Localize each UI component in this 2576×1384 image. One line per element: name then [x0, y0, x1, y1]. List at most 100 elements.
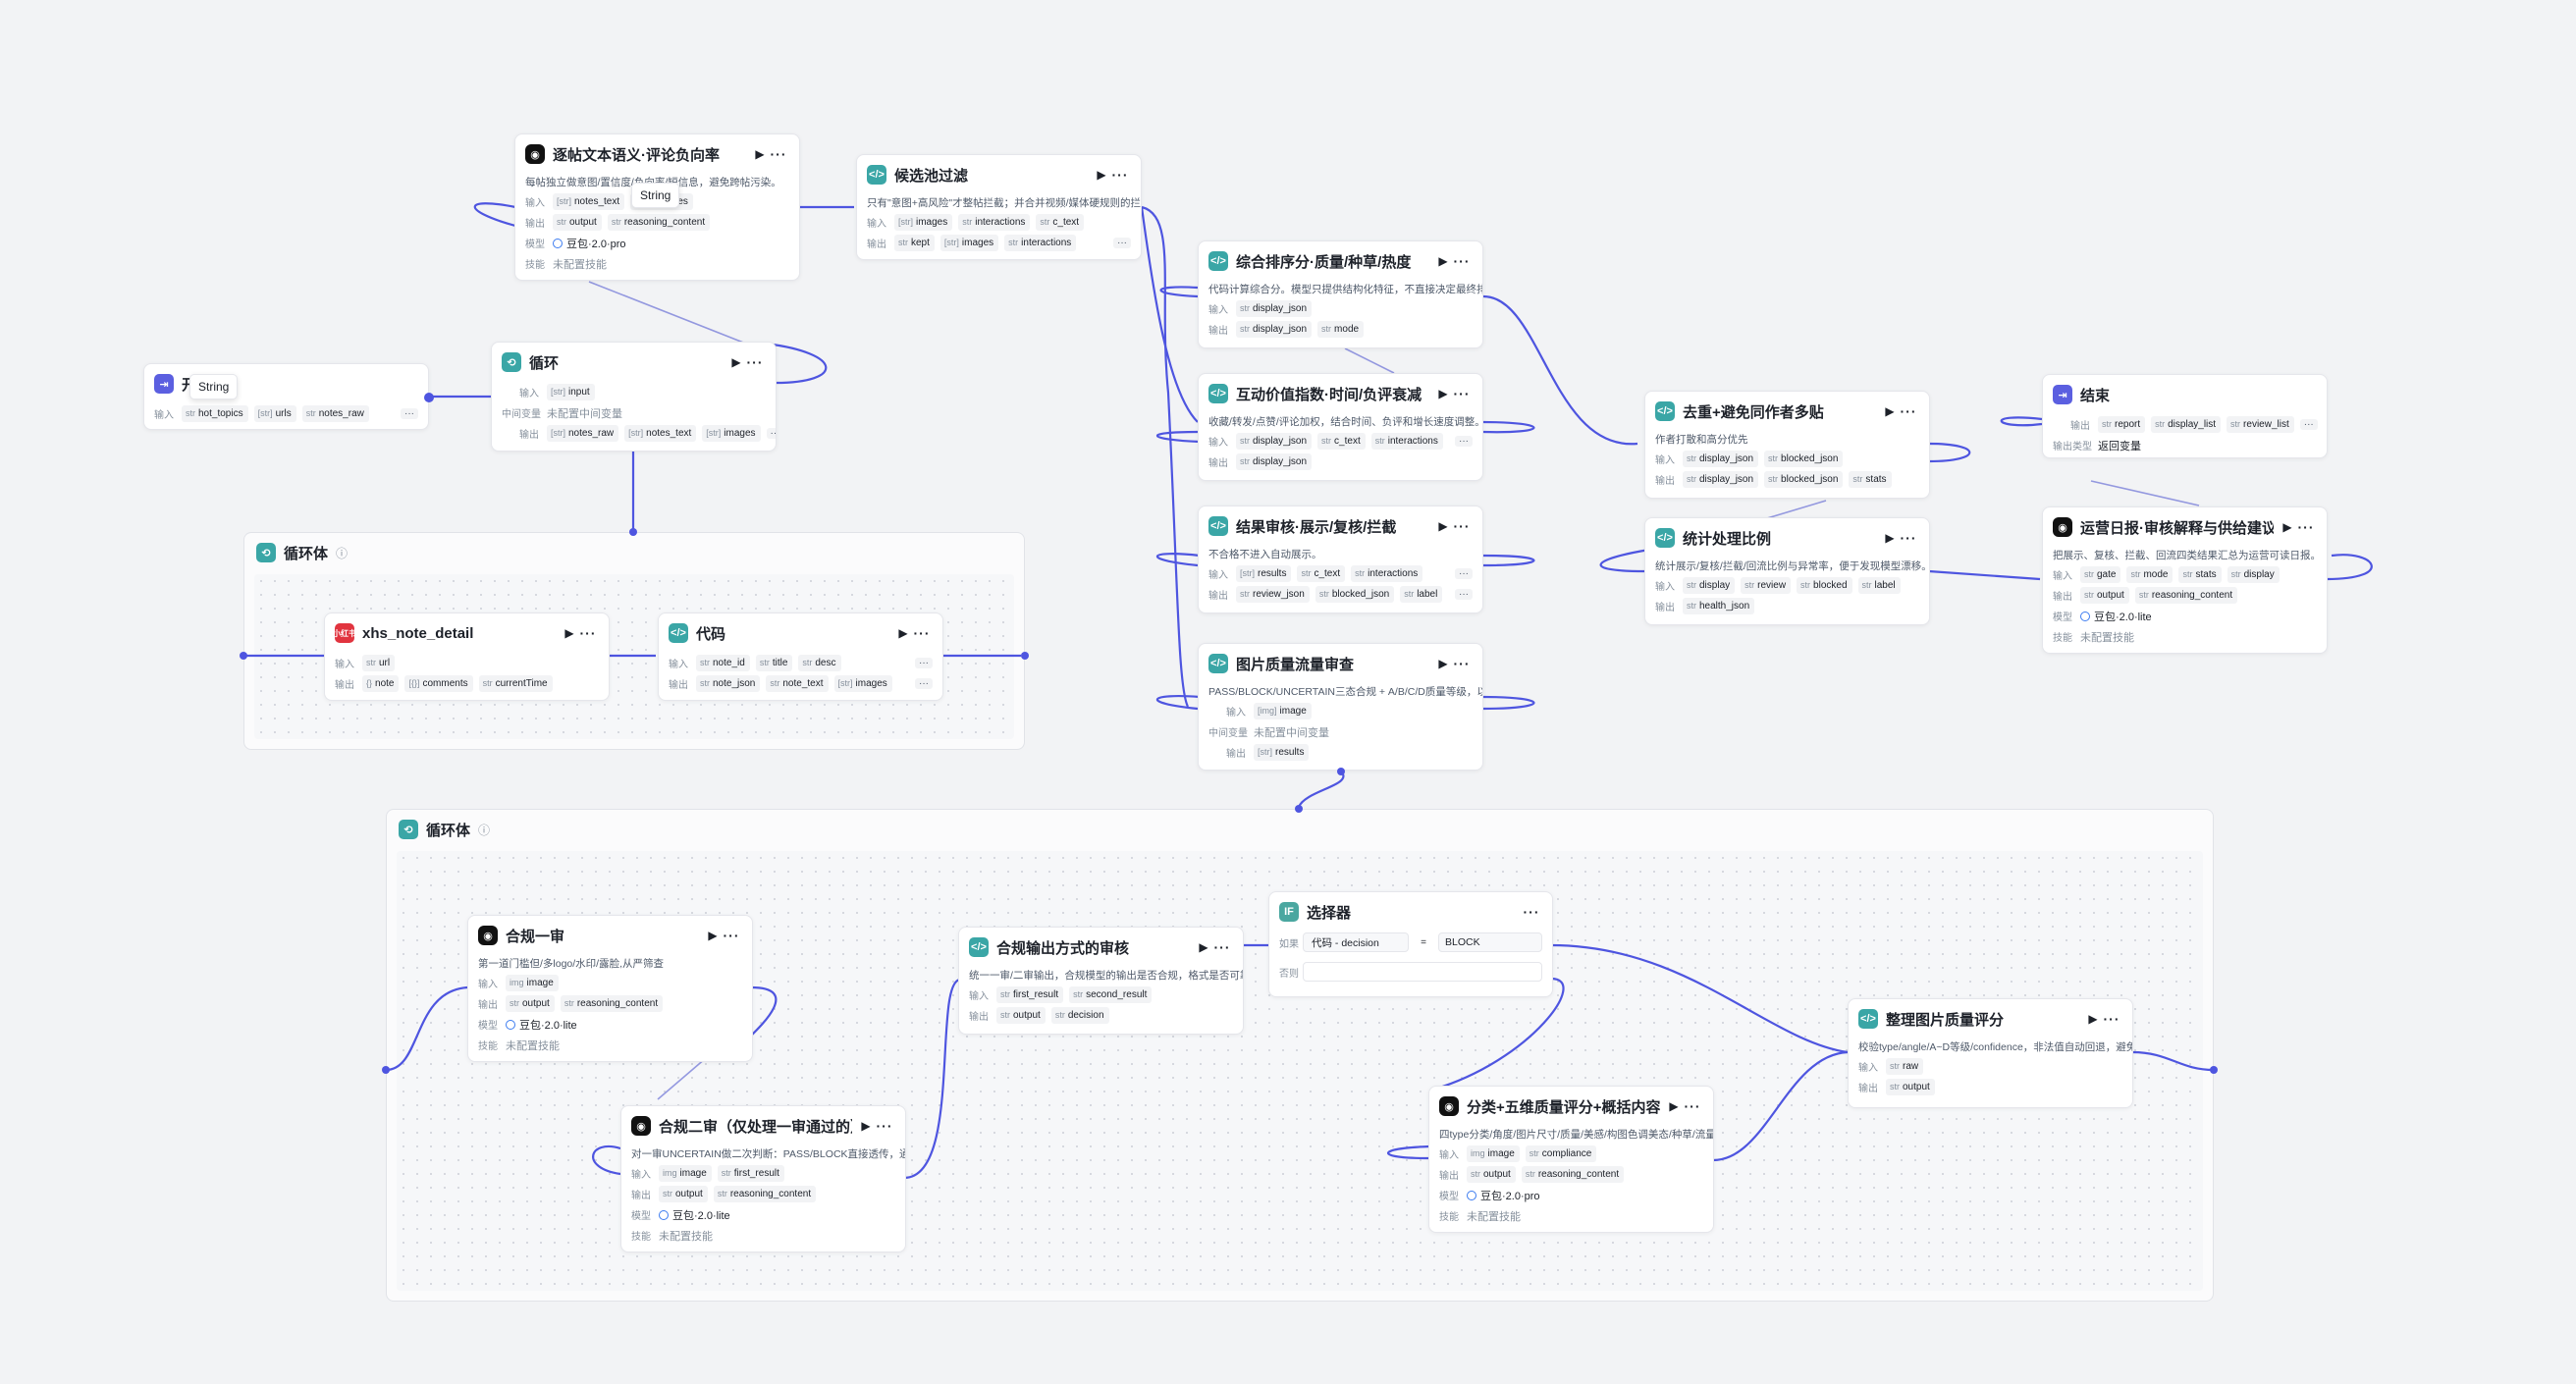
more-icon[interactable]: ··· — [1109, 167, 1131, 183]
node-desc: 第一道门槛但/多logo/水印/露脸,从严筛查 — [478, 958, 665, 970]
condition-operator[interactable]: = — [1409, 937, 1438, 948]
more-tags[interactable]: ··· — [1455, 568, 1473, 579]
more-tags[interactable]: ··· — [915, 678, 933, 689]
run-icon[interactable]: ▶ — [858, 1119, 874, 1133]
more-icon[interactable]: ··· — [1451, 656, 1473, 671]
else-branch[interactable] — [1303, 962, 1542, 982]
output-tag: str health_json — [1683, 598, 1755, 614]
more-icon[interactable]: ··· — [2295, 519, 2317, 535]
more-icon[interactable]: ··· — [1451, 253, 1473, 269]
loop-node[interactable]: ⟲ 循环 ▶ ··· 输入 [str] input 中间变量 未配置中间变量 输出 [str… — [491, 342, 777, 452]
llm-node-compliance-2[interactable]: ◉ 合规二审（仅处理一审通过的） ▶ ··· 对一审UNCERTAIN做二次判断：PA… — [620, 1105, 906, 1252]
code-node-rank[interactable]: </> 综合排序分·质量/种草/热度 ▶ ··· 代码计算综合分。模型只提供结构化特征… — [1198, 240, 1483, 348]
node-desc: 对一审UNCERTAIN做二次判断：PASS/BLOCK直接透传，通过的进入下一… — [631, 1148, 905, 1160]
input-tag: str first_result — [717, 1165, 784, 1182]
loop-node-image-quality[interactable]: </> 图片质量流量审查 ▶ ··· PASS/BLOCK/UNCERTAIN三态合规… — [1198, 643, 1483, 771]
more-icon[interactable]: ··· — [2101, 1011, 2122, 1027]
port[interactable] — [240, 652, 247, 660]
run-icon[interactable]: ▶ — [1196, 940, 1211, 954]
node-title: 整理图片质量评分 — [1886, 1011, 2005, 1029]
code-node-tidy[interactable]: </> 整理图片质量评分 ▶ ··· 校验type/angle/A~D等级/confi… — [1848, 998, 2133, 1108]
more-icon[interactable]: ··· — [1451, 518, 1473, 534]
input-tag: str interactions — [1351, 565, 1423, 582]
more-tags[interactable]: ··· — [401, 408, 418, 419]
run-icon[interactable]: ▶ — [1882, 531, 1898, 545]
input-tag: str compliance — [1525, 1145, 1597, 1162]
run-icon[interactable]: ▶ — [1435, 519, 1451, 533]
output-tag: str mode — [1317, 321, 1365, 338]
input-tag: [str] urls — [253, 405, 296, 422]
more-icon[interactable]: ··· — [577, 625, 599, 641]
selector-node[interactable]: IF 选择器 ··· 如果 代码 - decision = BLOCK 否则 — [1268, 891, 1553, 997]
type-tooltip: String — [189, 374, 239, 399]
code-node-review[interactable]: </> 结果审核·展示/复核/拦截 ▶ ··· 不合格不进入自动展示。 输入 [str]… — [1198, 506, 1483, 613]
more-icon[interactable]: ··· — [1898, 530, 1919, 546]
code-icon: </> — [969, 937, 989, 957]
more-icon[interactable]: ··· — [1211, 939, 1233, 955]
more-icon[interactable]: ··· — [1521, 904, 1542, 920]
more-icon[interactable]: ··· — [874, 1118, 895, 1134]
more-tags[interactable]: ··· — [2299, 419, 2318, 430]
node-title: 图片质量流量审查 — [1236, 656, 1355, 673]
code-node-dedupe[interactable]: </> 去重+避免同作者多贴 ▶ ··· 作者打散和高分优先 输入 str display… — [1644, 391, 1930, 499]
more-tags[interactable]: ··· — [1455, 589, 1473, 600]
more-icon[interactable]: ··· — [1682, 1098, 1703, 1114]
code-node-compliance-merge[interactable]: </> 合规输出方式的审核 ▶ ··· 统一一审/二审输出，合规模型的输出是否合规，格… — [958, 927, 1244, 1035]
run-icon[interactable]: ▶ — [2280, 520, 2295, 534]
node-title: 结束 — [2080, 387, 2111, 404]
more-tags[interactable]: ··· — [915, 658, 933, 668]
node-desc: 收藏/转发/点赞/评论加权，结合时间、负评和增长速度调整。 — [1208, 416, 1482, 428]
port[interactable] — [1295, 805, 1303, 813]
run-icon[interactable]: ▶ — [562, 626, 577, 640]
more-icon[interactable]: ··· — [744, 354, 766, 370]
more-icon[interactable]: ··· — [911, 625, 933, 641]
more-tags[interactable]: ··· — [1455, 436, 1473, 447]
more-icon[interactable]: ··· — [768, 146, 789, 162]
llm-node-compliance-1[interactable]: ◉ 合规一审 ▶ ··· 第一道门槛但/多logo/水印/露脸,从严筛查 输入 img i… — [467, 915, 753, 1062]
start-node[interactable]: ⇥开 输入 strhot_topics [str]urls strnotes_r… — [143, 363, 429, 430]
code-node-interaction[interactable]: </> 互动价值指数·时间/负评衰减 ▶ ··· 收藏/转发/点赞/评论加权，结合时间… — [1198, 373, 1483, 481]
more-icon[interactable]: ··· — [1451, 386, 1473, 401]
run-icon[interactable]: ▶ — [1435, 657, 1451, 670]
llm-node-daily-report[interactable]: ◉ 运营日报·审核解释与供给建议 ▶ ··· 把展示、复核、拦截、回流四类结果汇总为运… — [2042, 506, 2328, 654]
plugin-node-xhs[interactable]: 小红书 xhs_note_detail ▶ ··· 输入 str url 输出{} note… — [324, 612, 610, 701]
more-icon[interactable]: ··· — [1898, 403, 1919, 419]
run-icon[interactable]: ▶ — [1882, 404, 1898, 418]
node-desc: 代码计算综合分。模型只提供结构化特征，不直接决定最终排序。 — [1208, 284, 1482, 295]
port[interactable] — [1021, 652, 1029, 660]
more-icon[interactable]: ··· — [721, 928, 742, 943]
condition-left[interactable]: 代码 - decision — [1303, 932, 1409, 952]
run-icon[interactable]: ▶ — [2085, 1012, 2101, 1026]
code-node-stats[interactable]: </> 统计处理比例 ▶ ··· 统计展示/复核/拦截/回流比例与异常率，便于发现模型… — [1644, 517, 1930, 625]
run-icon[interactable]: ▶ — [1094, 168, 1109, 182]
more-tags[interactable]: ··· — [1113, 238, 1131, 248]
port[interactable] — [629, 528, 637, 536]
run-icon[interactable]: ▶ — [705, 929, 721, 942]
info-icon[interactable]: ⓘ — [478, 822, 490, 838]
output-tag: str currentTime — [478, 675, 553, 692]
run-icon[interactable]: ▶ — [1666, 1099, 1682, 1113]
info-icon[interactable]: ⓘ — [336, 545, 348, 561]
port[interactable] — [2210, 1066, 2218, 1074]
code-node-filter[interactable]: </> 候选池过滤 ▶ ··· 只有"意图+高风险"才整帖拦截；并合并视频/媒体硬规则… — [856, 154, 1142, 260]
model-icon — [2080, 611, 2090, 621]
node-title: xhs_note_detail — [362, 624, 474, 642]
input-tag: img image — [1467, 1145, 1520, 1162]
port[interactable] — [424, 393, 434, 402]
condition-right[interactable]: BLOCK — [1438, 932, 1542, 952]
run-icon[interactable]: ▶ — [895, 626, 911, 640]
run-icon[interactable]: ▶ — [728, 355, 744, 369]
code-node-code[interactable]: </> 代码 ▶ ··· 输入 str note_id str title str desc ···… — [658, 612, 943, 701]
output-tag: str note_json — [696, 675, 761, 692]
end-node[interactable]: ⇥ 结束 输出 str report str display_list str review_… — [2042, 374, 2328, 458]
output-tag: str reasoning_content — [607, 214, 711, 231]
run-icon[interactable]: ▶ — [1435, 254, 1451, 268]
llm-node-classify[interactable]: ◉ 分类+五维质量评分+概括内容 ▶ ··· 四type分类/角度/图片尺寸/质量/美… — [1428, 1086, 1714, 1233]
node-desc: 不合格不进入自动展示。 — [1208, 549, 1322, 560]
more-tags[interactable]: ··· — [766, 428, 776, 439]
run-icon[interactable]: ▶ — [752, 147, 768, 161]
port[interactable] — [382, 1066, 390, 1074]
code-icon: </> — [1858, 1009, 1878, 1029]
port[interactable] — [1337, 768, 1345, 775]
run-icon[interactable]: ▶ — [1435, 387, 1451, 400]
